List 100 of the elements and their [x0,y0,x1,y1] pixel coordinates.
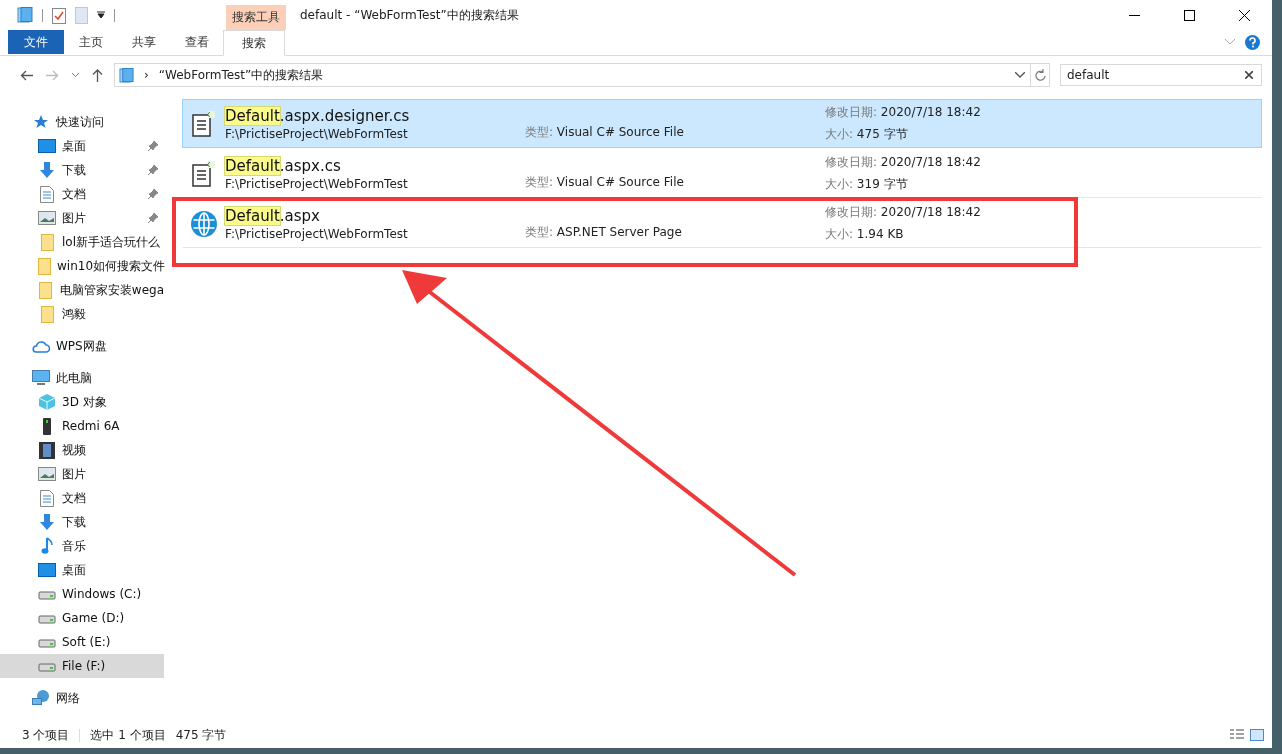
drive-icon [38,588,56,600]
nav-item[interactable]: 视频 [0,438,164,462]
nav-label: Soft (E:) [62,635,111,649]
nav-label: Redmi 6A [62,419,120,433]
nav-item[interactable]: 图片 [0,206,164,230]
nav-label: Windows (C:) [62,587,142,601]
nav-item[interactable]: lol新手适合玩什么 [0,230,164,254]
nav-item[interactable]: 下载 [0,510,164,534]
nav-label: 下载 [62,161,86,179]
pin-icon [148,165,158,175]
nav-label: Game (D:) [62,611,125,625]
folder-icon[interactable] [17,7,33,23]
nav-label: 图片 [62,209,86,227]
network-icon [32,689,50,707]
ribbon-tab[interactable]: 文件 [8,30,64,54]
nav-label: 图片 [62,465,86,483]
nav-item[interactable]: File (F:) [0,654,164,678]
nav-item[interactable]: 桌面 [0,134,164,158]
file-path: F:\PrictiseProject\WebFormTest [225,226,409,241]
nav-label: 下载 [62,513,86,531]
nav-item[interactable]: 电脑管家安装wega [0,278,164,302]
nav-item[interactable]: 图片 [0,462,164,486]
modified-date: 修改日期: 2020/7/18 18:42 [825,154,982,171]
folder-icon [40,233,54,251]
file-size: 大小: 1.94 KB [825,226,905,243]
modified-date: 修改日期: 2020/7/18 18:42 [825,104,982,121]
up-arrow-icon[interactable] [92,68,103,82]
contextual-tab-group: 搜索工具 [226,5,286,30]
drive-icon [38,660,56,672]
nav-item[interactable]: Soft (E:) [0,630,164,654]
selection-count: 选中 1 个项目 [90,726,166,744]
document-icon [40,185,54,203]
chevron-down-icon[interactable] [72,73,79,77]
large-icons-view-icon[interactable] [1250,729,1264,741]
nav-item[interactable]: 音乐 [0,534,164,558]
nav-item[interactable]: Redmi 6A [0,414,164,438]
nav-item[interactable]: win10如何搜索文件 [0,254,164,278]
document-icon [40,489,54,507]
cube-icon [38,393,56,411]
nav-label: 此电脑 [56,369,92,387]
search-field[interactable]: default [1060,64,1262,86]
nav-item[interactable]: 桌面 [0,558,164,582]
nav-label: 网络 [56,689,80,707]
ribbon-tab[interactable]: 搜索 [223,30,285,56]
nav-item[interactable]: 快速访问 [0,110,164,134]
picture-icon [38,467,56,481]
star-icon [33,114,49,130]
pin-icon [148,141,158,151]
address-bar[interactable]: › “WebFormTest”中的搜索结果 [114,63,1050,87]
code-file-icon [191,109,217,138]
selection-size: 475 字节 [175,726,227,744]
nav-item[interactable]: 下载 [0,158,164,182]
file-type: 类型: Visual C# Source File [525,174,685,191]
monitor-icon [38,563,56,577]
ribbon-tab[interactable]: 主页 [64,30,117,54]
nav-label: 文档 [62,489,86,507]
cloud-icon [32,339,50,353]
chevron-down-icon[interactable] [1015,72,1025,78]
nav-item[interactable]: Game (D:) [0,606,164,630]
help-icon[interactable] [1245,34,1260,50]
file-path: F:\PrictiseProject\WebFormTest [225,176,409,191]
checklist-icon[interactable] [52,6,66,24]
nav-label: 鸿毅 [62,305,86,323]
file-size: 大小: 475 字节 [825,126,909,143]
back-arrow-icon[interactable] [20,69,33,81]
minimize-icon [1129,14,1140,16]
nav-label: 音乐 [62,537,86,555]
nav-item[interactable]: 鸿毅 [0,302,164,326]
clear-icon[interactable] [1245,71,1253,79]
nav-label: 桌面 [62,137,86,155]
nav-label: 文档 [62,185,86,203]
pin-icon [148,213,158,223]
nav-label: WPS网盘 [56,337,107,355]
ribbon-tab[interactable]: 共享 [117,30,170,54]
nav-label: 快速访问 [56,113,104,131]
nav-item[interactable]: WPS网盘 [0,334,164,358]
drive-icon [38,636,56,648]
nav-label: lol新手适合玩什么 [62,233,160,251]
breadcrumb-item[interactable]: “WebFormTest”中的搜索结果 [158,66,324,84]
nav-item[interactable]: 此电脑 [0,366,164,390]
nav-item[interactable]: 文档 [0,486,164,510]
nav-item[interactable]: Windows (C:) [0,582,164,606]
nav-item[interactable]: 文档 [0,182,164,206]
phone-icon [42,417,52,435]
picture-icon [38,211,56,225]
details-view-icon[interactable] [1230,729,1244,741]
code-file-icon [191,159,217,188]
refresh-icon[interactable] [1034,69,1046,81]
nav-item[interactable]: 3D 对象 [0,390,164,414]
dropdown-icon[interactable] [97,11,105,19]
nav-label: 电脑管家安装wega [59,281,164,299]
globe-icon [190,209,218,238]
ribbon-tab[interactable]: 查看 [170,30,223,54]
pin-icon [148,189,158,199]
maximize-icon [1184,9,1195,21]
film-icon [39,441,55,459]
nav-label: 3D 对象 [62,393,107,411]
modified-date: 修改日期: 2020/7/18 18:42 [825,204,982,221]
folder-icon [119,67,134,83]
nav-item[interactable]: 网络 [0,686,164,710]
